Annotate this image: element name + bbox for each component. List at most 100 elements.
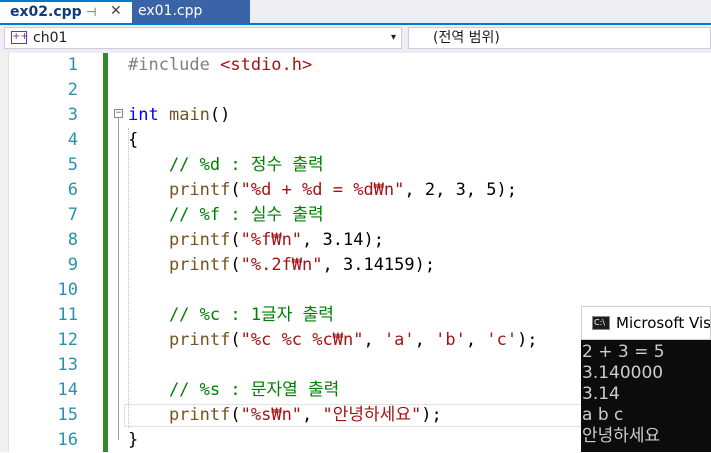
project-scope-dropdown[interactable]: ++ ch01 ▾ [4,27,402,49]
code-text: printf("%s₩n", "안녕하세요"); [128,403,442,428]
code-text: printf("%f₩n", 3.14); [128,228,384,253]
line-number: 13 [57,355,78,375]
code-token: , 3.14); [302,230,384,250]
line-number: 16 [57,430,78,450]
console-title-bar[interactable]: C:\ Microsoft Visual Studio 디버그 콘솔 [581,306,711,340]
code-token: , 3.14159); [322,255,436,275]
code-token: // %c : 1글자 출력 [128,305,334,325]
console-icon: C:\ [592,316,610,330]
code-line[interactable]: 7 // %f : 실수 출력 [0,203,711,228]
console-output-line: 2 + 3 = 5 [582,342,665,362]
code-token: "%d + %d = %d₩n" [240,180,405,200]
navigation-bar: ++ ch01 ▾ (전역 범위) [0,25,711,53]
console-output: 2 + 3 = 5 3.140000 3.14 a b c 안녕하세요 [582,342,711,447]
global-scope-value: (전역 범위) [433,30,500,46]
code-token: printf [168,230,231,250]
code-text: // %d : 정수 출력 [128,153,324,178]
console-title: Microsoft Visual Studio 디버그 콘솔 [616,314,711,332]
line-number: 4 [67,130,78,150]
line-number: 1 [67,55,78,75]
code-token: printf [168,180,231,200]
collapse-icon[interactable]: − [114,109,123,118]
code-token: // %d : 정수 출력 [128,155,324,175]
code-token: 'b' [435,330,466,350]
line-number: 5 [67,155,78,175]
code-text: // %f : 실수 출력 [128,203,324,228]
code-token: int [128,105,159,125]
line-number: 6 [67,180,78,200]
code-text: printf("%c %c %c₩n", 'a', 'b', 'c'); [128,328,538,353]
document-tab-bar: ex02.cpp ⊣ ✕ ex01.cpp [0,0,711,25]
line-number: 7 [67,205,78,225]
console-output-line: 안녕하세요 [582,426,661,446]
console-output-line: 3.14 [582,384,620,404]
code-token: ( [230,180,241,200]
chevron-down-icon: ▾ [390,32,396,43]
line-number: 10 [57,280,78,300]
code-token: ( [230,330,241,350]
code-token: "안녕하세요" [322,405,422,425]
code-line[interactable]: 5 // %d : 정수 출력 [0,153,711,178]
code-token: } [128,430,139,450]
console-output-line: 3.140000 [582,363,664,383]
code-token: 'a' [383,330,415,350]
code-token: <stdio.h> [220,55,313,75]
code-line[interactable]: 9 printf("%.2f₩n", 3.14159); [0,253,711,278]
code-text: // %c : 1글자 출력 [128,303,334,328]
code-token: ); [421,405,442,425]
global-scope-dropdown[interactable]: (전역 범위) [408,27,711,49]
code-text: } [128,428,138,453]
pin-icon[interactable]: ⊣ [86,2,96,22]
tab-ex02-cpp[interactable]: ex02.cpp ⊣ ✕ [0,0,132,23]
close-icon[interactable]: ✕ [110,1,122,21]
code-token: printf [168,255,231,275]
code-token: ); [517,330,538,350]
code-token: , 2, 3, 5); [404,180,517,200]
line-number: 15 [57,405,78,425]
code-line[interactable]: 8 printf("%f₩n", 3.14); [0,228,711,253]
code-line[interactable]: 1 #include <stdio.h> [0,53,711,78]
code-token: "%s₩n" [240,405,303,425]
code-token: () [209,105,231,125]
code-text: #include <stdio.h> [128,53,312,78]
line-number: 12 [57,330,78,350]
debug-console-window[interactable]: C:\ Microsoft Visual Studio 디버그 콘솔 2 + 3… [581,306,711,452]
project-scope-value: ch01 [33,30,68,46]
code-token: printf [168,330,231,350]
project-icon: ++ [11,31,29,44]
tab-label: ex02.cpp [10,4,82,20]
tab-ex01-cpp[interactable]: ex01.cpp [132,0,250,23]
code-text: printf("%.2f₩n", 3.14159); [128,253,435,278]
code-token: ( [230,405,241,425]
code-line[interactable]: 6 printf("%d + %d = %d₩n", 2, 3, 5); [0,178,711,203]
code-line[interactable]: 2 [0,78,711,103]
line-number: 14 [57,380,78,400]
code-token: "%c %c %c₩n" [240,330,364,350]
line-number: 11 [57,305,78,325]
code-token: "%f₩n" [240,230,303,250]
code-text: // %s : 문자열 출력 [128,378,339,403]
code-token: { [128,130,139,150]
code-token: // %s : 문자열 출력 [128,380,340,400]
code-line[interactable]: 10 [0,278,711,303]
code-line[interactable]: 4{ [0,128,711,153]
tab-label: ex01.cpp [138,3,203,19]
code-token: , [302,405,323,425]
code-token: "%.2f₩n" [240,255,323,275]
code-token: ( [230,255,241,275]
code-line[interactable]: 3 − int main() [0,103,711,128]
code-token: 'c' [486,330,518,350]
code-text: printf("%d + %d = %d₩n", 2, 3, 5); [128,178,517,203]
code-text: { [128,128,138,153]
code-token: , [465,330,487,350]
console-output-line: a b c [582,405,624,425]
code-token: main [168,105,210,125]
code-token: #include [128,55,221,75]
line-number: 2 [67,80,78,100]
line-number: 9 [67,255,78,275]
